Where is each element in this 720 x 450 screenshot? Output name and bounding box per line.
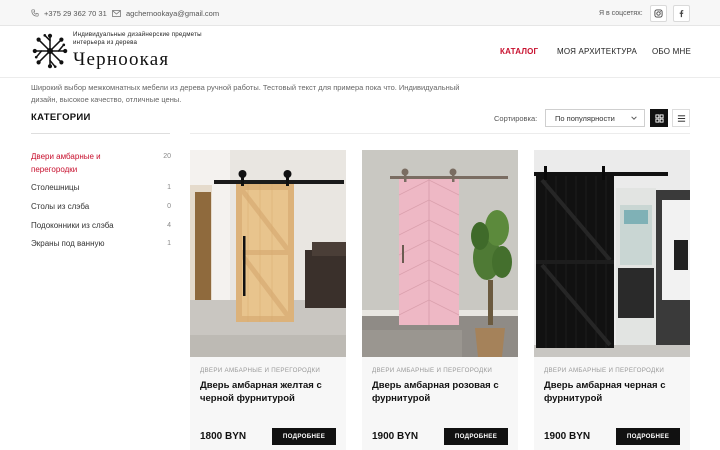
phone-contact[interactable]: +375 29 362 70 31 — [31, 0, 107, 26]
list-view-button[interactable] — [672, 109, 690, 127]
category-item-slab-sills[interactable]: Подоконники из слэба 4 — [31, 219, 171, 232]
details-button[interactable]: ПОДРОБНЕЕ — [272, 428, 336, 445]
category-label: Подоконники из слэба — [31, 221, 114, 230]
product-title[interactable]: Дверь амбарная желтая с черной фурнитуро… — [200, 379, 340, 405]
category-item-slab-tables[interactable]: Столы из слэба 0 — [31, 200, 171, 213]
header-divider — [0, 77, 720, 78]
mail-icon — [112, 9, 121, 17]
categories-divider — [31, 133, 170, 134]
category-item-bath-screens[interactable]: Экраны под ванную 1 — [31, 237, 171, 250]
category-item-countertops[interactable]: Столешницы 1 — [31, 181, 171, 194]
logo-icon[interactable] — [31, 32, 69, 70]
category-count: 1 — [167, 240, 171, 247]
intro-text: Широкий выбор межкомнатных мебели из дер… — [31, 83, 460, 104]
sort-selected-value: По популярности — [555, 113, 615, 123]
instagram-icon — [654, 9, 663, 18]
product-category[interactable]: ДВЕРИ АМБАРНЫЕ И ПЕРЕГОРОДКИ — [544, 367, 664, 374]
sort-label: Сортировка: — [494, 114, 538, 123]
grid-view-button[interactable] — [650, 109, 668, 127]
top-bar: +375 29 362 70 31 agchernookaya@gmail.co… — [0, 0, 720, 26]
facebook-icon — [679, 10, 684, 18]
phone-number: +375 29 362 70 31 — [44, 8, 107, 18]
chevron-down-icon — [631, 116, 637, 120]
product-price: 1800 BYN — [200, 431, 247, 442]
category-count: 20 — [163, 153, 171, 160]
category-count: 1 — [167, 184, 171, 191]
product-card[interactable]: ДВЕРИ АМБАРНЫЕ И ПЕРЕГОРОДКИ Дверь амбар… — [362, 150, 518, 450]
product-card[interactable]: ДВЕРИ АМБАРНЫЕ И ПЕРЕГОРОДКИ Дверь амбар… — [534, 150, 690, 450]
product-title[interactable]: Дверь амбарная черная с фурнитурой — [544, 379, 684, 405]
nav-about-me[interactable]: ОБО МНЕ — [652, 47, 691, 59]
product-category[interactable]: ДВЕРИ АМБАРНЫЕ И ПЕРЕГОРОДКИ — [372, 367, 492, 374]
email-contact[interactable]: agchernookaya@gmail.com — [112, 0, 219, 26]
categories-title: КАТЕГОРИИ — [31, 112, 91, 123]
list-view-icon — [677, 114, 685, 122]
social-label: Я в соцсетях: — [599, 9, 643, 17]
product-title[interactable]: Дверь амбарная розовая с фурнитурой — [372, 379, 512, 405]
facebook-button[interactable] — [673, 5, 690, 22]
product-image[interactable] — [190, 150, 346, 357]
category-count: 0 — [167, 203, 171, 210]
logo-subtitle: Индивидуальные дизайнерские предметы инт… — [73, 31, 202, 46]
category-item-barn-doors[interactable]: Двери амбарные и перегородки 20 — [31, 150, 171, 176]
logo-title[interactable]: Черноокая — [73, 49, 169, 71]
email-address: agchernookaya@gmail.com — [126, 8, 220, 18]
sort-select[interactable]: По популярности — [545, 109, 645, 127]
category-label: Экраны под ванную — [31, 239, 105, 248]
sort-divider — [190, 133, 690, 134]
product-category[interactable]: ДВЕРИ АМБАРНЫЕ И ПЕРЕГОРОДКИ — [200, 367, 320, 374]
instagram-button[interactable] — [650, 5, 667, 22]
product-card[interactable]: ДВЕРИ АМБАРНЫЕ И ПЕРЕГОРОДКИ Дверь амбар… — [190, 150, 346, 450]
category-label: Столы из слэба — [31, 202, 90, 211]
product-image[interactable] — [362, 150, 518, 357]
product-price: 1900 BYN — [544, 431, 591, 442]
phone-icon — [31, 9, 39, 17]
nav-my-architecture[interactable]: МОЯ АРХИТЕКТУРА — [557, 47, 637, 59]
category-label: Столешницы — [31, 183, 80, 192]
details-button[interactable]: ПОДРОБНЕЕ — [616, 428, 680, 445]
product-price: 1900 BYN — [372, 431, 419, 442]
details-button[interactable]: ПОДРОБНЕЕ — [444, 428, 508, 445]
nav-catalog[interactable]: КАТАЛОГ — [500, 47, 538, 59]
category-count: 4 — [167, 222, 171, 229]
grid-view-icon — [654, 113, 664, 123]
product-image[interactable] — [534, 150, 690, 357]
category-label: Двери амбарные и перегородки — [31, 152, 101, 174]
